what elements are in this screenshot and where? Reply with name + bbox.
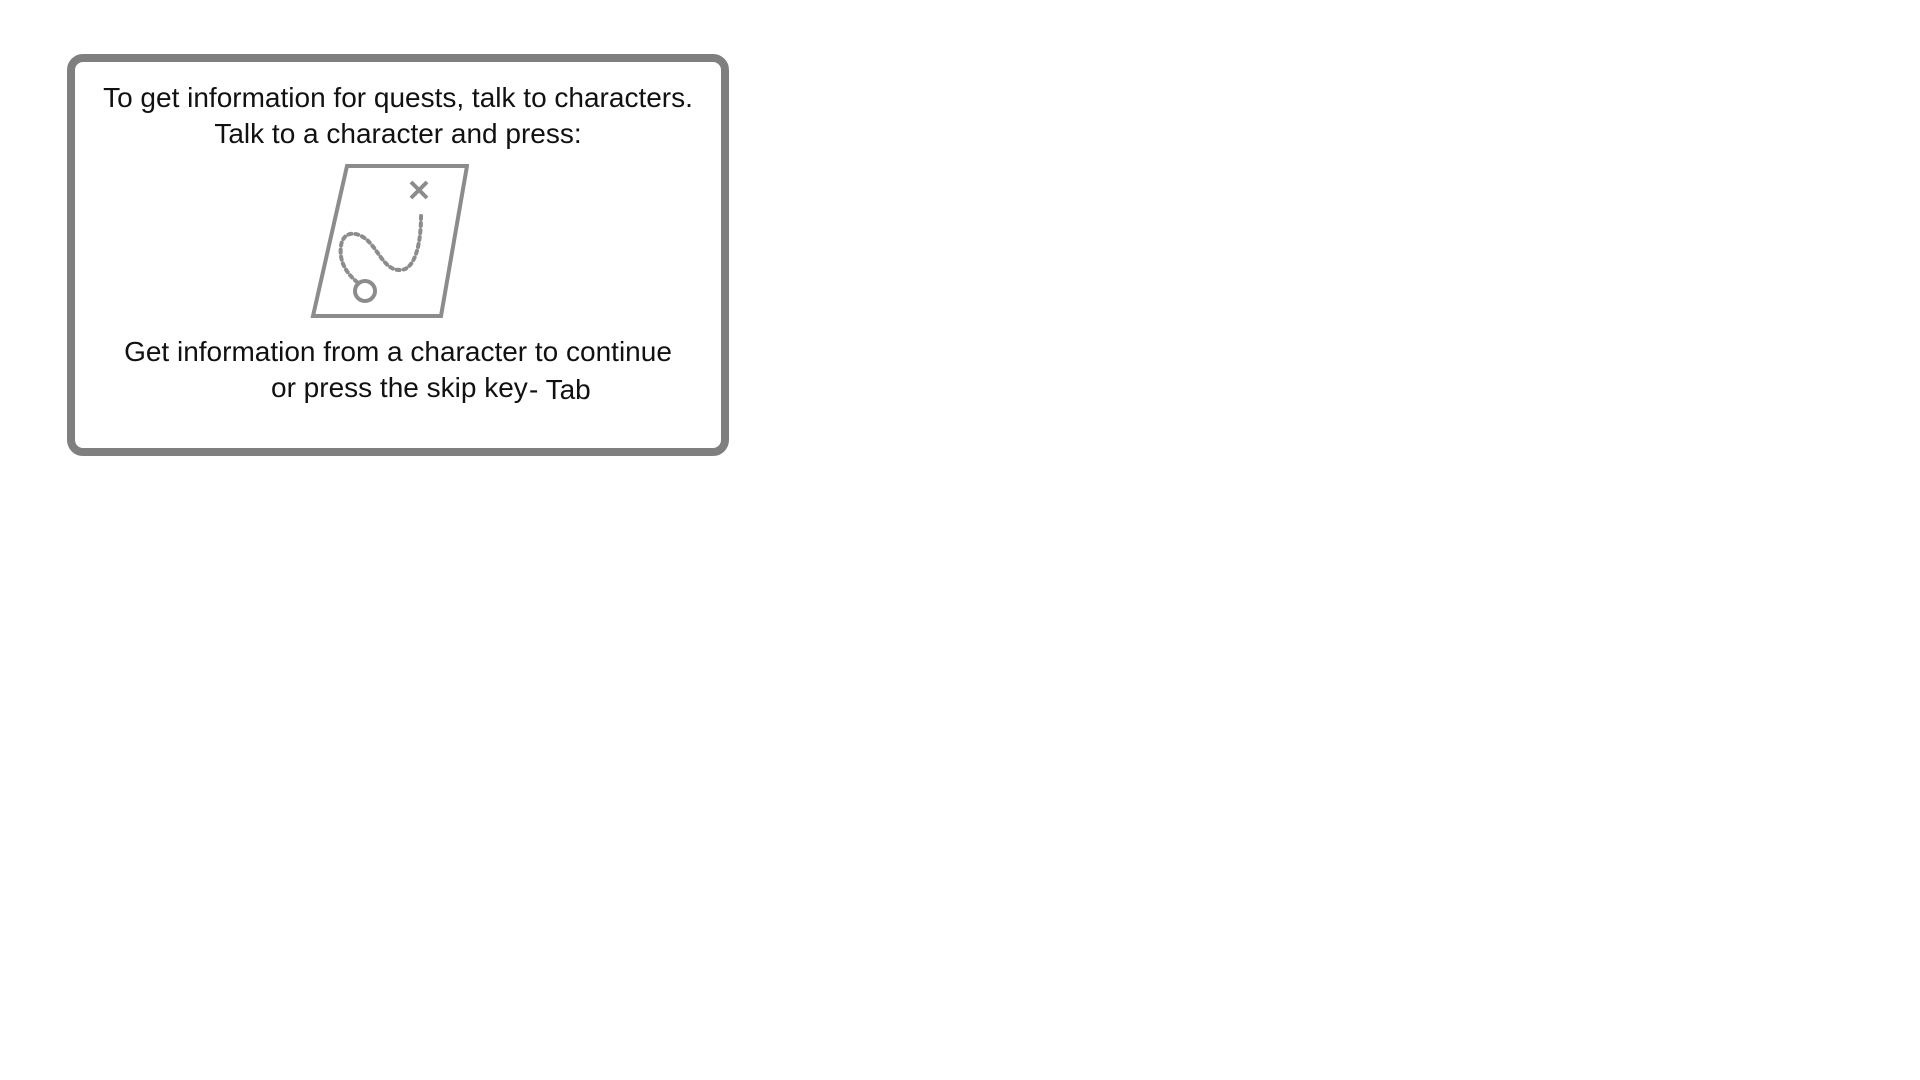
quest-map-icon xyxy=(310,164,469,318)
instruction-line-1: To get information for quests, talk to c… xyxy=(103,82,693,113)
tutorial-tooltip: To get information for quests, talk to c… xyxy=(67,54,729,456)
skip-text: or press the skip key xyxy=(271,372,528,403)
skip-key-hint: - Tab xyxy=(529,374,591,405)
instruction-line-3: Get information from a character to cont… xyxy=(124,336,672,367)
instruction-line-2: Talk to a character and press: xyxy=(214,118,582,149)
